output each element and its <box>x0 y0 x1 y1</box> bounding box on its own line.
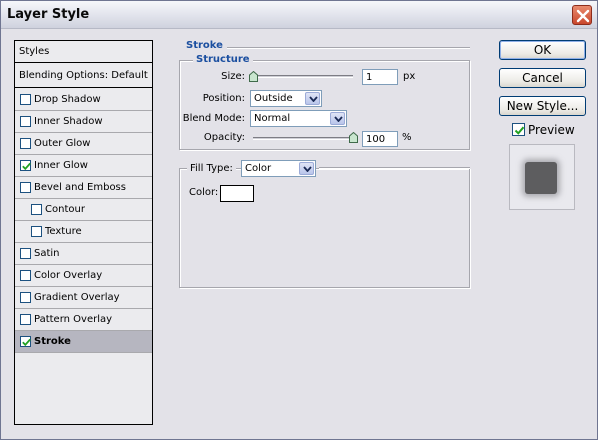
style-checkbox[interactable] <box>20 182 31 193</box>
style-checkbox[interactable] <box>20 336 31 347</box>
style-item[interactable]: Bevel and Emboss <box>15 177 152 199</box>
style-checkbox[interactable] <box>20 270 31 281</box>
ok-button[interactable]: OK <box>499 40 586 60</box>
preview-label: Preview <box>528 123 575 137</box>
style-item-label: Texture <box>45 226 82 237</box>
style-checkbox[interactable] <box>31 204 42 215</box>
style-item[interactable]: Drop Shadow <box>15 89 152 111</box>
divider <box>319 167 470 169</box>
opacity-slider-thumb[interactable] <box>349 132 358 143</box>
blend-mode-label: Blend Mode: <box>182 113 245 124</box>
color-swatch[interactable] <box>220 185 254 202</box>
style-checkbox[interactable] <box>20 116 31 127</box>
stroke-section-title: Stroke <box>186 40 223 51</box>
preview-thumbnail <box>525 162 557 194</box>
fill-type-label: Fill Type: <box>187 163 236 174</box>
opacity-slider[interactable] <box>253 137 353 140</box>
style-item[interactable]: Outer Glow <box>15 133 152 155</box>
fill-type-value: Color <box>245 163 272 174</box>
close-button[interactable] <box>572 5 592 25</box>
style-item[interactable]: Pattern Overlay <box>15 309 152 331</box>
style-item-label: Stroke <box>34 336 71 347</box>
close-icon <box>576 9 590 23</box>
styles-header[interactable]: Styles <box>15 41 152 63</box>
style-item-label: Color Overlay <box>34 270 103 281</box>
style-checkbox[interactable] <box>20 94 31 105</box>
style-checkbox[interactable] <box>31 226 42 237</box>
color-label: Color: <box>189 187 219 198</box>
style-checkbox[interactable] <box>20 160 31 171</box>
style-item[interactable]: Texture <box>15 221 152 243</box>
dialog-title: Layer Style <box>7 7 90 22</box>
position-dropdown-arrow[interactable] <box>305 92 320 105</box>
style-item[interactable]: Inner Glow <box>15 155 152 177</box>
new-style-button[interactable]: New Style... <box>499 96 586 116</box>
size-label: Size: <box>221 71 245 82</box>
structure-title: Structure <box>193 54 253 65</box>
position-select[interactable]: Outside <box>250 90 322 107</box>
style-item-label: Inner Glow <box>34 160 88 171</box>
style-preview <box>509 144 575 210</box>
style-item-label: Bevel and Emboss <box>34 182 126 193</box>
style-item-label: Gradient Overlay <box>34 292 120 303</box>
style-item[interactable]: Stroke <box>15 331 152 353</box>
style-item-label: Inner Shadow <box>34 116 103 127</box>
style-item-label: Contour <box>45 204 85 215</box>
blend-mode-select[interactable]: Normal <box>250 110 347 127</box>
blend-mode-dropdown-arrow[interactable] <box>330 112 345 125</box>
style-item[interactable]: Gradient Overlay <box>15 287 152 309</box>
style-checkbox[interactable] <box>20 248 31 259</box>
opacity-unit: % <box>402 132 412 143</box>
chevron-down-icon <box>334 116 343 122</box>
preview-checkbox[interactable] <box>512 123 525 136</box>
layer-style-dialog: Layer Style Styles Blending Options: Def… <box>0 0 598 440</box>
style-item-label: Outer Glow <box>34 138 91 149</box>
opacity-input[interactable]: 100 <box>362 131 398 147</box>
style-item[interactable]: Satin <box>15 243 152 265</box>
position-label: Position: <box>202 93 245 104</box>
title-bar[interactable]: Layer Style <box>1 1 597 29</box>
checkmark-icon <box>22 162 31 171</box>
style-item[interactable]: Inner Shadow <box>15 111 152 133</box>
style-item-label: Satin <box>34 248 60 259</box>
chevron-down-icon <box>309 96 318 102</box>
opacity-label: Opacity: <box>203 132 245 143</box>
style-item-label: Pattern Overlay <box>34 314 113 325</box>
style-item[interactable]: Color Overlay <box>15 265 152 287</box>
size-slider-thumb[interactable] <box>249 71 258 82</box>
style-checkbox[interactable] <box>20 138 31 149</box>
style-item-label: Drop Shadow <box>34 94 101 105</box>
fill-type-select[interactable]: Color <box>241 160 316 177</box>
position-value: Outside <box>254 93 293 104</box>
style-checkbox[interactable] <box>20 314 31 325</box>
style-checkbox[interactable] <box>20 292 31 303</box>
size-input[interactable]: 1 <box>362 69 398 85</box>
blending-options-item[interactable]: Blending Options: Default <box>15 64 152 88</box>
checkmark-icon <box>514 126 525 135</box>
styles-list: Styles Blending Options: Default Drop Sh… <box>14 40 153 425</box>
size-unit: px <box>403 71 416 82</box>
style-item[interactable]: Contour <box>15 199 152 221</box>
fill-type-dropdown-arrow[interactable] <box>299 162 314 175</box>
divider <box>227 47 470 49</box>
size-slider[interactable] <box>253 75 353 78</box>
cancel-button[interactable]: Cancel <box>499 68 586 88</box>
blend-mode-value: Normal <box>254 113 291 124</box>
checkmark-icon <box>22 338 31 347</box>
chevron-down-icon <box>303 166 312 172</box>
